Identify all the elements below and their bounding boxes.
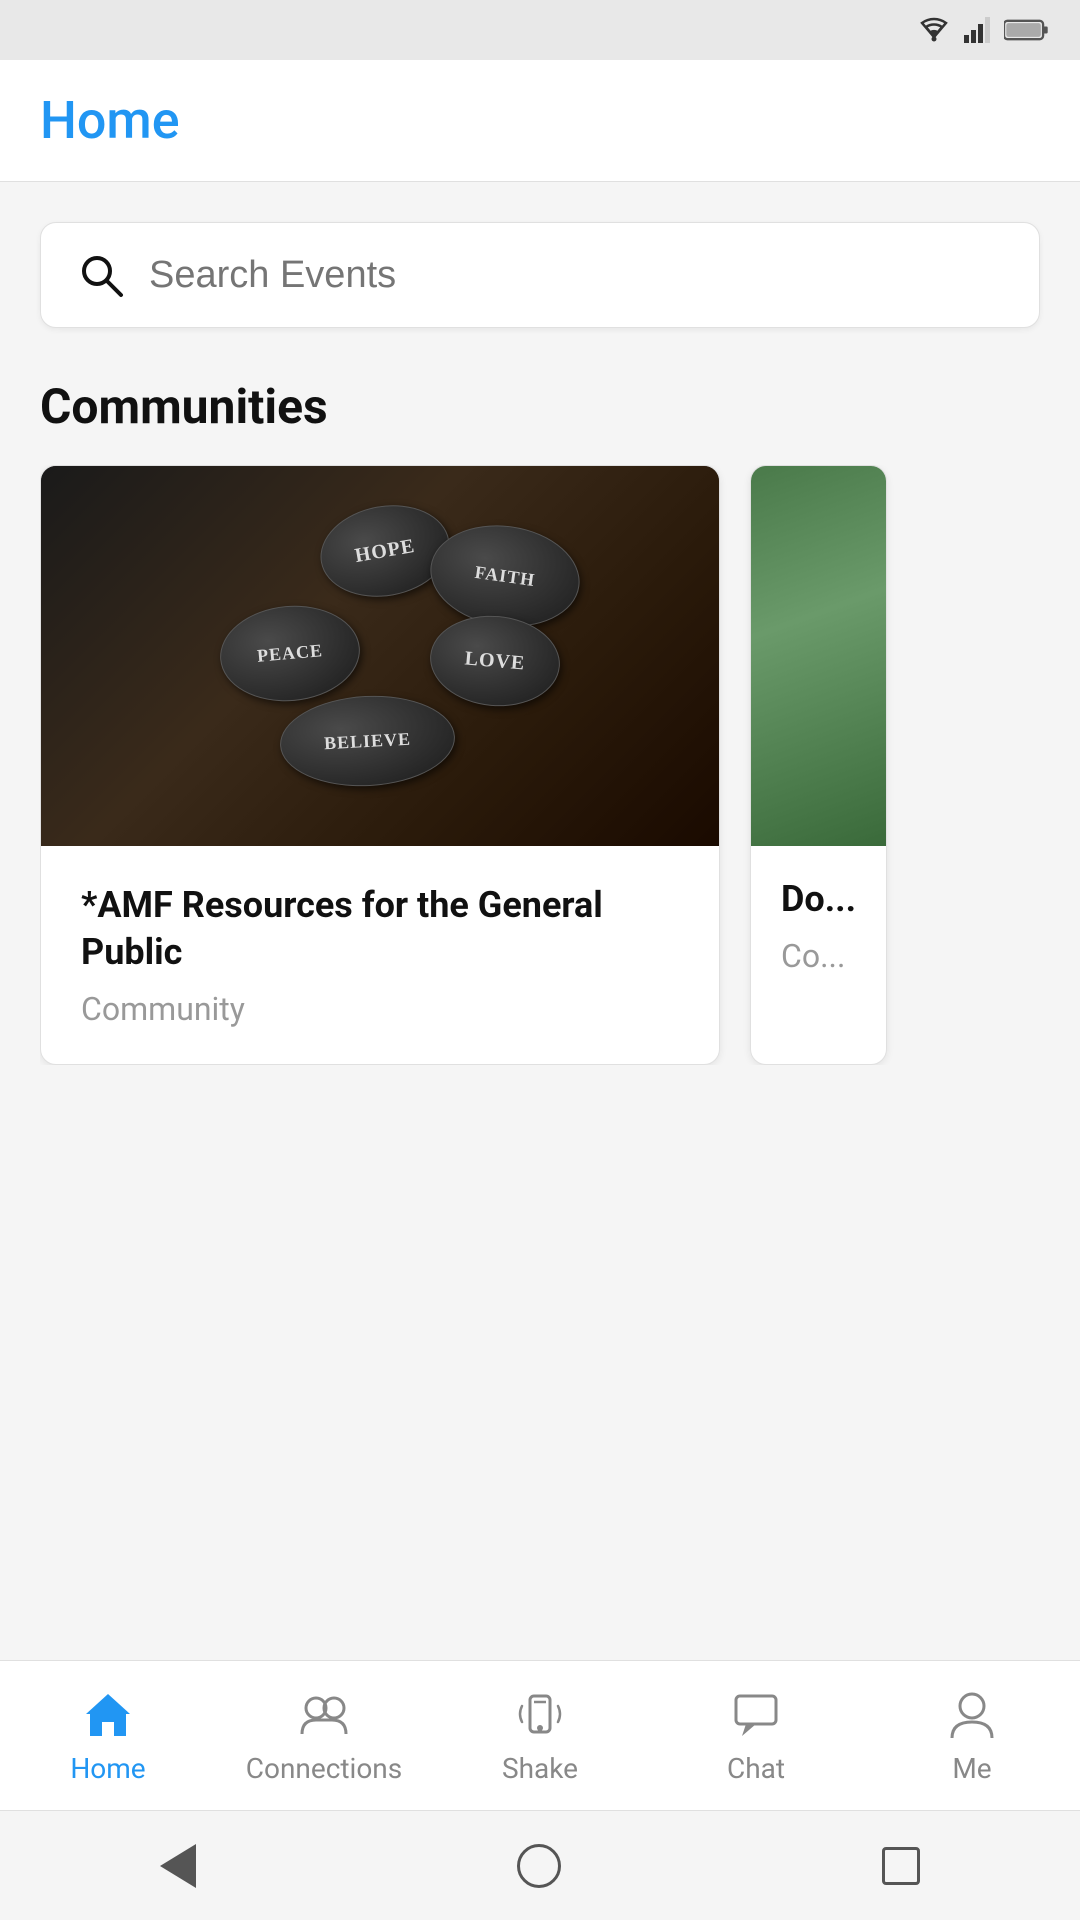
community-card-image-1: HOPE FAITH PEACE LOVE BELIEVE (41, 466, 719, 846)
search-bar[interactable] (40, 222, 1040, 328)
back-icon (160, 1844, 196, 1888)
community-name-1: *AMF Resources for the General Public (81, 882, 679, 976)
nav-label-me: Me (952, 1752, 991, 1785)
app-header: Home (0, 60, 1080, 182)
shake-icon (512, 1686, 568, 1742)
battery-icon (1004, 17, 1050, 43)
connections-icon (296, 1686, 352, 1742)
community-card-body-1: *AMF Resources for the General Public Co… (41, 846, 719, 1064)
search-icon (77, 251, 125, 299)
nav-label-connections: Connections (246, 1752, 402, 1785)
page-title: Home (40, 90, 1040, 151)
android-home-button[interactable] (517, 1844, 561, 1888)
main-content: Communities HOPE FAITH PEACE LOVE BELIEV… (0, 182, 1080, 1065)
android-home-icon (517, 1844, 561, 1888)
nav-label-home: Home (70, 1752, 145, 1785)
android-recents-button[interactable] (882, 1847, 920, 1885)
nav-item-connections[interactable]: Connections (216, 1661, 432, 1810)
nav-item-me[interactable]: Me (864, 1661, 1080, 1810)
stone-believe: BELIEVE (278, 691, 457, 790)
home-icon (80, 1686, 136, 1742)
community-card-2-partial[interactable]: Do... Co... (750, 465, 887, 1065)
stones-background: HOPE FAITH PEACE LOVE BELIEVE (41, 466, 719, 846)
chat-icon (728, 1686, 784, 1742)
community-card-image-2 (751, 466, 886, 846)
bottom-nav: Home Connections Shake (0, 1660, 1080, 1810)
stone-love: LOVE (426, 611, 563, 712)
communities-carousel: HOPE FAITH PEACE LOVE BELIEVE *AMF Resou… (40, 465, 1040, 1065)
community-card-body-2: Do... Co... (751, 846, 886, 1005)
nav-label-shake: Shake (502, 1752, 578, 1785)
android-nav-bar (0, 1810, 1080, 1920)
community-type-1: Community (81, 990, 679, 1028)
community-card-1[interactable]: HOPE FAITH PEACE LOVE BELIEVE *AMF Resou… (40, 465, 720, 1065)
status-icons (916, 17, 1050, 43)
stones-hands-area: HOPE FAITH PEACE LOVE BELIEVE (120, 496, 640, 816)
android-recents-icon (882, 1847, 920, 1885)
community-type-2: Co... (781, 937, 856, 975)
nav-label-chat: Chat (727, 1752, 785, 1785)
android-back-button[interactable] (160, 1844, 196, 1888)
community-name-2: Do... (781, 876, 856, 923)
wifi-icon (916, 17, 952, 43)
me-icon (944, 1686, 1000, 1742)
nav-item-chat[interactable]: Chat (648, 1661, 864, 1810)
signal-icon (964, 17, 992, 43)
status-bar (0, 0, 1080, 60)
stone-peace: PEACE (216, 600, 364, 707)
communities-section: Communities HOPE FAITH PEACE LOVE BELIEV… (40, 378, 1040, 1065)
search-input[interactable] (149, 254, 1003, 297)
nav-item-shake[interactable]: Shake (432, 1661, 648, 1810)
nav-item-home[interactable]: Home (0, 1661, 216, 1810)
communities-heading: Communities (40, 378, 1040, 435)
